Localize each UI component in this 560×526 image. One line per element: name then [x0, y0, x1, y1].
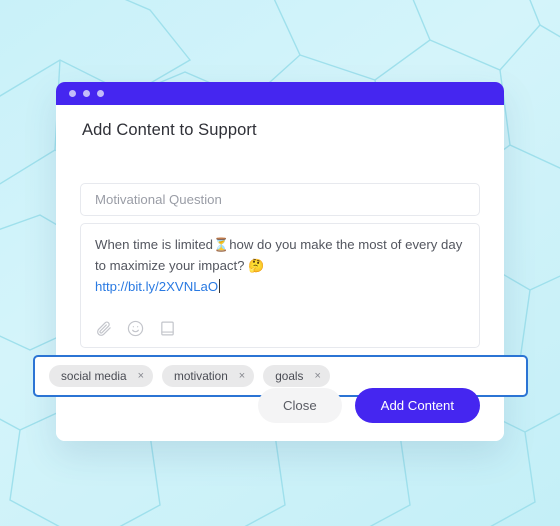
- tag-remove-icon[interactable]: ×: [138, 370, 144, 382]
- modal-card: Add Content to Support Motivational Ques…: [33, 82, 528, 441]
- card-library-icon[interactable]: [158, 319, 177, 338]
- thinking-face-emoji: 🤔: [248, 259, 265, 274]
- composer-line-1-text: When time is limited: [95, 237, 213, 252]
- composer-toolbar: [94, 319, 177, 338]
- dialog-footer: Close Add Content: [257, 388, 480, 423]
- tag-remove-icon[interactable]: ×: [239, 370, 245, 382]
- tag-label: motivation: [174, 369, 228, 383]
- window-dot-green: [97, 90, 104, 97]
- tag-label: goals: [275, 369, 304, 383]
- add-content-button[interactable]: Add Content: [354, 388, 480, 423]
- screen: Add Content to Support Motivational Ques…: [0, 0, 560, 526]
- composer-text: When time is limited⏳how do you make the…: [95, 235, 467, 297]
- tag-chip[interactable]: social media ×: [49, 365, 154, 387]
- dialog-title: Add Content to Support: [82, 121, 257, 139]
- content-title-input[interactable]: Motivational Question: [80, 183, 480, 216]
- tag-remove-icon[interactable]: ×: [314, 370, 320, 382]
- composer-link[interactable]: http://bit.ly/2XVNLaO: [95, 279, 218, 294]
- window-dot-red: [69, 90, 76, 97]
- text-caret: [219, 279, 221, 293]
- paperclip-icon[interactable]: [94, 319, 113, 338]
- window-dot-yellow: [83, 90, 90, 97]
- close-button[interactable]: Close: [257, 388, 342, 423]
- modal-body: Add Content to Support Motivational Ques…: [33, 105, 528, 441]
- composer-line-1b-text: how do you make the most of every day: [229, 237, 463, 252]
- tag-chip[interactable]: motivation ×: [162, 365, 255, 387]
- composer-line-2-text: to maximize your impact?: [95, 258, 245, 273]
- hourglass-emoji: ⏳: [213, 238, 230, 253]
- emoji-smiley-icon[interactable]: [126, 319, 145, 338]
- tag-chip[interactable]: goals ×: [263, 365, 330, 387]
- content-body-textarea[interactable]: When time is limited⏳how do you make the…: [80, 223, 480, 348]
- tag-label: social media: [61, 369, 127, 383]
- window-titlebar: [56, 82, 504, 105]
